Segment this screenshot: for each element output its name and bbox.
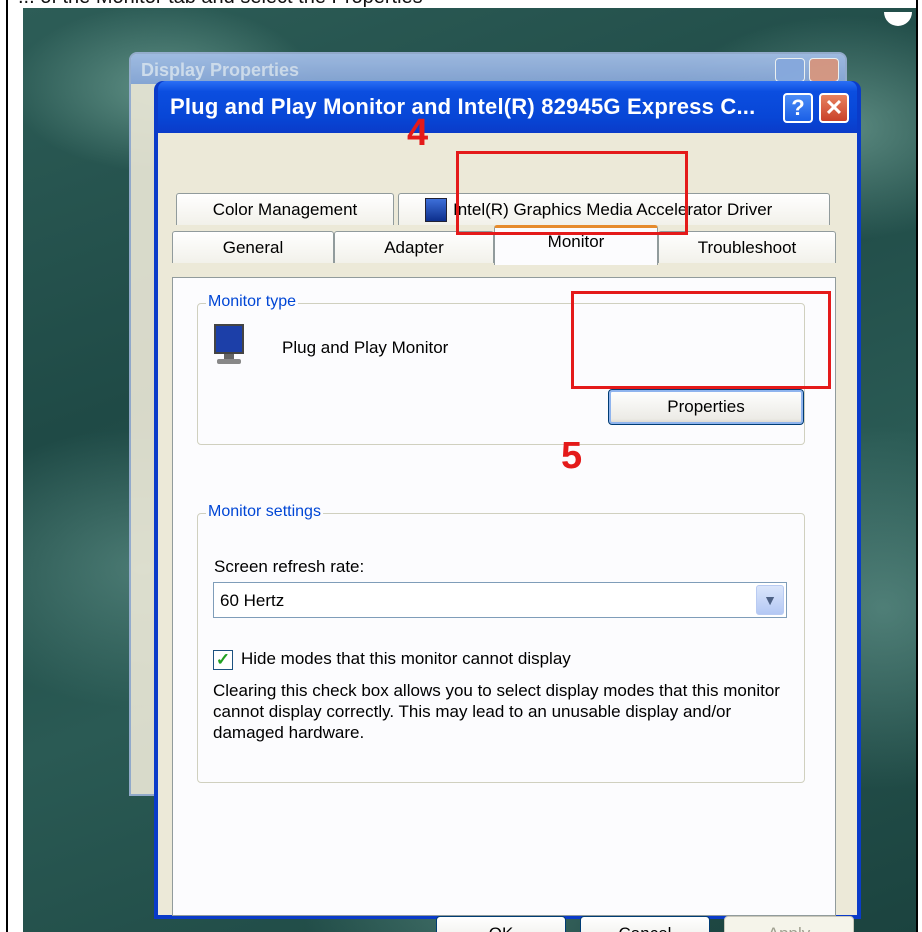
monitor-type-label: Monitor type <box>206 293 299 311</box>
dialog-client-area: Color Management Intel(R) Graphics Media… <box>158 133 857 932</box>
refresh-rate-value: 60 Hertz <box>220 591 285 610</box>
hide-modes-label: Hide modes that this monitor cannot disp… <box>241 649 571 668</box>
help-button[interactable]: ? <box>783 93 813 123</box>
refresh-rate-label: Screen refresh rate: <box>214 557 365 576</box>
tab-troubleshoot[interactable]: Troubleshoot <box>658 231 836 263</box>
tab-adapter[interactable]: Adapter <box>334 231 494 263</box>
monitor-name: Plug and Play Monitor <box>282 338 449 357</box>
ok-button[interactable]: OK <box>436 916 566 932</box>
tab-general[interactable]: General <box>172 231 334 263</box>
desktop-background: Display Properties Plug and Play Monitor… <box>23 8 916 932</box>
dialog-title: Plug and Play Monitor and Intel(R) 82945… <box>170 94 756 119</box>
tab-color-management[interactable]: Color Management <box>176 193 394 225</box>
cancel-button[interactable]: Cancel <box>580 916 710 932</box>
properties-button-highlight <box>571 291 831 389</box>
back-close-icon <box>809 58 839 82</box>
properties-button[interactable]: Properties <box>608 389 804 425</box>
close-button[interactable]: ✕ <box>819 93 849 123</box>
intel-graphics-icon <box>425 197 447 222</box>
back-help-icon <box>775 58 805 82</box>
monitor-icon <box>214 324 246 368</box>
corner-decoration <box>884 12 912 26</box>
monitor-tab-highlight <box>456 151 688 235</box>
hide-modes-checkbox[interactable]: ✓ <box>213 650 233 670</box>
apply-button[interactable]: Apply <box>724 916 854 932</box>
display-properties-title: Display Properties <box>131 54 845 84</box>
step-5-label: 5 <box>561 435 583 477</box>
step-4-label: 4 <box>407 112 429 154</box>
monitor-settings-label: Monitor settings <box>206 503 323 521</box>
screenshot-frame: ... of the Monitor tab and select the Pr… <box>6 0 918 932</box>
title-bar: Plug and Play Monitor and Intel(R) 82945… <box>158 81 857 133</box>
refresh-rate-select[interactable]: 60 Hertz ▼ <box>213 582 787 618</box>
hide-modes-description: Clearing this check box allows you to se… <box>213 681 780 742</box>
chevron-down-icon[interactable]: ▼ <box>756 585 784 615</box>
